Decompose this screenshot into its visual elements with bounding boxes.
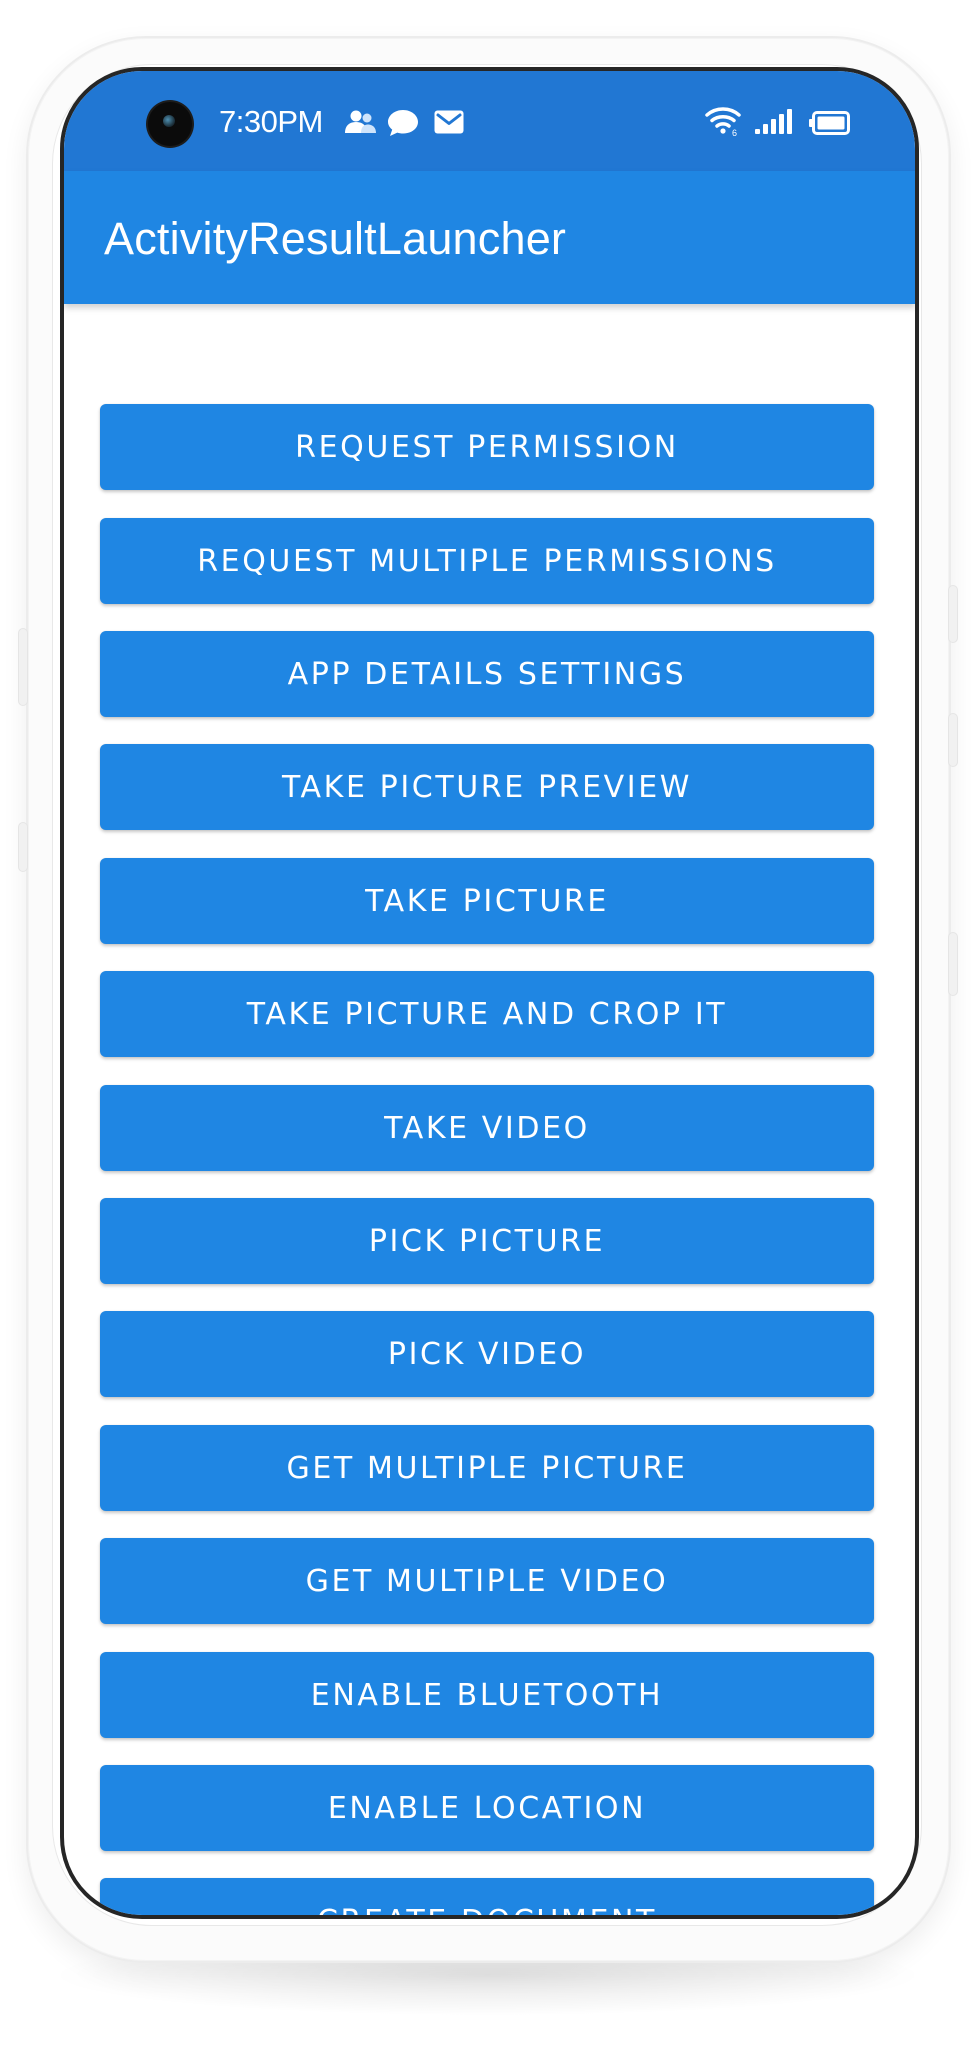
status-time: 7:30PM: [219, 104, 323, 139]
status-bar: 7:30PM 6: [64, 71, 915, 171]
button-label: TAKE VIDEO: [384, 1110, 590, 1146]
button-label: PICK PICTURE: [368, 1223, 606, 1259]
button-label: PICK VIDEO: [387, 1336, 587, 1372]
button-label: APP DETAILS SETTINGS: [287, 656, 687, 692]
people-icon: [345, 110, 376, 133]
button-label: TAKE PICTURE PREVIEW: [281, 769, 693, 805]
battery-icon: [809, 111, 850, 135]
side-button: [948, 713, 958, 767]
get-multiple-video-button[interactable]: GET MULTIPLE VIDEO: [100, 1538, 874, 1624]
button-label: CREATE DOCUMENT: [317, 1904, 657, 1916]
button-label: GET MULTIPLE PICTURE: [286, 1450, 688, 1486]
wifi-icon: 6: [705, 107, 741, 137]
take-picture-and-crop-button[interactable]: TAKE PICTURE AND CROP IT: [100, 971, 874, 1057]
pick-picture-button[interactable]: PICK PICTURE: [100, 1198, 874, 1284]
camera-cutout: [148, 102, 192, 146]
button-label: ENABLE BLUETOOTH: [310, 1677, 664, 1713]
enable-bluetooth-button[interactable]: ENABLE BLUETOOTH: [100, 1652, 874, 1738]
app-bar: ActivityResultLauncher: [64, 171, 915, 304]
button-label: REQUEST PERMISSION: [295, 429, 679, 465]
side-button: [948, 932, 958, 996]
enable-location-button[interactable]: ENABLE LOCATION: [100, 1765, 874, 1851]
create-document-button[interactable]: CREATE DOCUMENT: [100, 1878, 874, 1916]
request-permission-button[interactable]: REQUEST PERMISSION: [100, 404, 874, 490]
device-mockup: 7:30PM 6 ActivityResultLauncher REQUEST …: [0, 0, 975, 2046]
chat-bubble-icon: [388, 110, 418, 136]
app-title: ActivityResultLauncher: [104, 213, 567, 264]
button-label: TAKE PICTURE AND CROP IT: [246, 996, 728, 1032]
phone-screen: 7:30PM 6 ActivityResultLauncher REQUEST …: [60, 67, 919, 1919]
take-picture-preview-button[interactable]: TAKE PICTURE PREVIEW: [100, 744, 874, 830]
button-label: TAKE PICTURE: [365, 883, 609, 919]
side-button: [18, 822, 28, 872]
signal-icon: [755, 109, 792, 134]
request-multiple-permissions-button[interactable]: REQUEST MULTIPLE PERMISSIONS: [100, 518, 874, 604]
side-button: [948, 585, 958, 643]
side-button: [18, 628, 28, 706]
button-label: ENABLE LOCATION: [327, 1790, 647, 1826]
get-multiple-picture-button[interactable]: GET MULTIPLE PICTURE: [100, 1425, 874, 1511]
button-list: REQUEST PERMISSION REQUEST MULTIPLE PERM…: [64, 304, 915, 1915]
pick-video-button[interactable]: PICK VIDEO: [100, 1311, 874, 1397]
mail-icon: [434, 110, 464, 134]
take-picture-button[interactable]: TAKE PICTURE: [100, 858, 874, 944]
svg-text:6: 6: [732, 128, 737, 137]
app-details-settings-button[interactable]: APP DETAILS SETTINGS: [100, 631, 874, 717]
button-label: GET MULTIPLE VIDEO: [305, 1563, 669, 1599]
button-label: REQUEST MULTIPLE PERMISSIONS: [197, 543, 777, 579]
take-video-button[interactable]: TAKE VIDEO: [100, 1085, 874, 1171]
